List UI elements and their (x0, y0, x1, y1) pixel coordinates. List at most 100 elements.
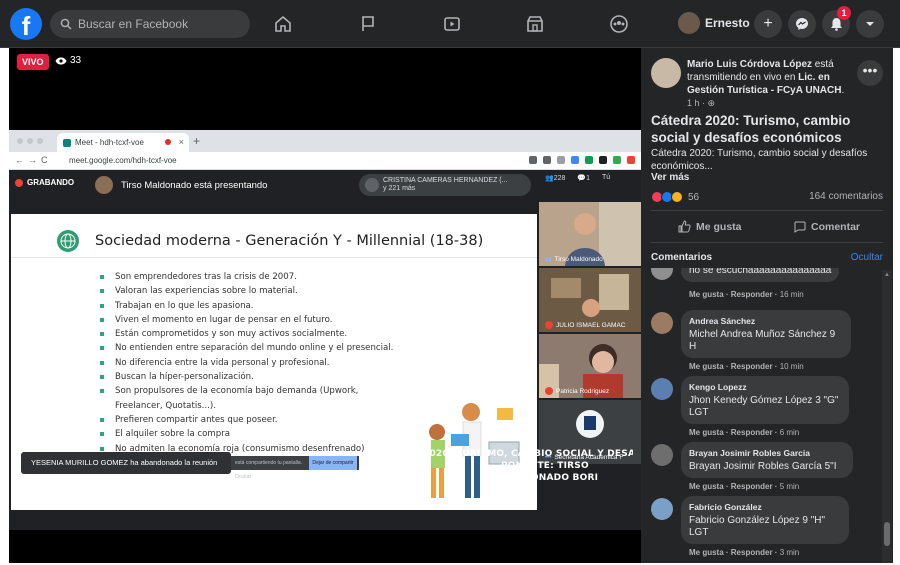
facebook-top-bar: f Ernesto + 1 (0, 0, 900, 48)
close-tab-icon: × (178, 137, 184, 147)
comment-author[interactable]: Andrea Sánchez (689, 315, 843, 327)
commenter-avatar[interactable] (651, 444, 673, 466)
viewer-count-value: 33 (70, 55, 82, 66)
like-label: Me gusta (696, 220, 742, 233)
comment-author[interactable]: Brayan Josimir Robles Garcia (689, 447, 845, 459)
browser-tab-bar: Meet - hdh-tcxf-voe × + (9, 130, 641, 152)
search-box[interactable] (50, 10, 250, 38)
shared-browser-window: Meet - hdh-tcxf-voe × + ←→C meet.google.… (9, 130, 641, 530)
comment-like-link[interactable]: Me gusta (689, 290, 724, 299)
wow-reaction-icon (671, 191, 683, 203)
globe-privacy-icon: ⊕ (707, 98, 716, 108)
comment-actions: Me gusta · Responder · 5 min (689, 482, 800, 491)
comments-count-link[interactable]: 164 comentarios (809, 191, 883, 202)
participant-tile: Patricia Rodriguez (539, 334, 641, 398)
participant-name: Tirso Maldonado (554, 256, 603, 263)
hide-share-button: Ocultar (235, 474, 252, 480)
pages-flag-icon[interactable] (356, 12, 380, 36)
comment-author[interactable]: Fabricio González (689, 501, 841, 513)
you-label: Tú (602, 174, 611, 181)
profile-shortcut[interactable]: Ernesto (678, 12, 750, 34)
pill-name: CRISTINA CAMERAS HERNANDEZ (... (383, 177, 508, 184)
comment-time: 3 min (779, 548, 800, 557)
participant-tile: ▮▮ Tirso Maldonado (539, 202, 641, 266)
watch-video-icon[interactable] (440, 12, 464, 36)
marketplace-icon[interactable] (523, 12, 547, 36)
account-menu-chevron-down-icon[interactable] (856, 10, 884, 38)
more-options-button[interactable]: ••• (857, 60, 883, 86)
create-plus-button[interactable]: + (754, 10, 782, 38)
slide-bullet: No entienden entre separación del mundo … (97, 341, 397, 355)
presenter-avatar (95, 176, 113, 194)
commenter-avatar[interactable] (651, 268, 673, 280)
comment-reply-link[interactable]: Responder (731, 362, 773, 371)
presenting-text: Tirso Maldonado está presentando (121, 179, 268, 191)
home-icon[interactable] (271, 12, 295, 36)
comment-actions: Me gusta · Responder · 6 min (689, 428, 800, 437)
comment-like-link[interactable]: Me gusta (689, 362, 724, 371)
reactions-summary[interactable]: 56 (651, 191, 699, 203)
comment-like-link[interactable]: Me gusta (689, 428, 724, 437)
divider (651, 242, 883, 243)
recording-indicator: GRABANDO (15, 178, 74, 187)
host-avatar[interactable] (651, 58, 681, 88)
slide-bullet: No diferencia entre la vida personal y p… (97, 356, 397, 370)
scrollbar-thumb[interactable] (884, 522, 890, 546)
scroll-up-arrow-icon[interactable]: ▲ (884, 272, 890, 278)
overlay-line-2: PONENTE: TIRSO MALDONADO BORI (501, 461, 599, 483)
slide-bullet: Son propulsores de la economía bajo dema… (97, 384, 397, 413)
like-button[interactable]: Me gusta (678, 220, 742, 233)
browser-nav-icons: ←→C (15, 155, 52, 165)
commenter-avatar[interactable] (651, 498, 673, 520)
live-video-player[interactable]: VIVO 33 Meet - hdh-tcxf-voe × + ←→C meet… (9, 48, 641, 563)
comment-author[interactable]: Kengo Lopezz (689, 381, 841, 393)
live-badge: VIVO (17, 54, 49, 70)
groups-icon[interactable] (607, 12, 631, 36)
comment-reply-link[interactable]: Responder (731, 548, 773, 557)
comments-scrollbar[interactable]: ▲ (882, 270, 892, 563)
eye-icon (55, 57, 67, 64)
participant-name: Patricia Rodriguez (556, 387, 610, 395)
stream-overlay-caption: 2020: TURISMO, CAMBIO SOCIAL Y DESAFÍOS … (423, 448, 641, 484)
messenger-icon[interactable] (788, 10, 816, 38)
audio-level-icon: ▮▮ (545, 257, 552, 263)
divider (651, 210, 883, 211)
search-input[interactable] (78, 17, 228, 31)
chat-icon: 💬1 (577, 175, 591, 182)
comment-text: Brayan Josimir Robles García 5"I (689, 461, 837, 472)
commenter-avatar[interactable] (651, 312, 673, 334)
meet-top-bar: GRABANDO Tirso Maldonado está presentand… (9, 170, 641, 200)
comment-time: 16 min (779, 290, 804, 299)
comment-reply-link[interactable]: Responder (731, 482, 773, 491)
viewer-count: 33 (55, 55, 81, 66)
reaction-count: 56 (688, 191, 700, 203)
comment-list[interactable]: no se escuchaaaaaaaaaaaaaaa Me gusta · R… (641, 268, 881, 563)
see-more-link[interactable]: Ver más (651, 172, 689, 183)
comment-text: no se escuchaaaaaaaaaaaaaaa (689, 268, 832, 276)
comment-text: Jhon Kenedy Gómez López 3 "G" LGT (689, 395, 839, 418)
comment-actions: Me gusta · Responder · 16 min (689, 290, 804, 299)
comment-reply-link[interactable]: Responder (731, 290, 773, 299)
facebook-logo-icon[interactable]: f (10, 8, 42, 41)
slide-bullet: Valoran las experiencias sobre lo materi… (97, 284, 397, 298)
screen: f Ernesto + 1 (0, 0, 900, 565)
slide-bullet: Son emprendedores tras la crisis de 2007… (97, 270, 397, 284)
address-bar: ←→C meet.google.com/hdh-tcxf-voe (9, 152, 641, 170)
slide-bullet: Trabajan en lo que les apasiona. (97, 299, 397, 313)
comment-text: Michel Andrea Muñoz Sánchez 9 H (689, 329, 836, 352)
hide-comments-link[interactable]: Ocultar (851, 252, 883, 263)
comment-text: Fabricio González López 9 "H" LGT (689, 515, 826, 538)
globe-icon (57, 230, 79, 252)
comment-like-link[interactable]: Me gusta (689, 548, 724, 557)
comment-button[interactable]: Comentar (793, 220, 860, 233)
commenter-avatar[interactable] (651, 378, 673, 400)
participant-left-toast: YESENIA MURILLO GOMEZ ha abandonado la r… (21, 452, 231, 474)
comment-reply-link[interactable]: Responder (731, 428, 773, 437)
screen-share-bar: está compartiendo tu pantalla. Dejar de … (231, 456, 359, 480)
meet-favicon-icon (63, 138, 71, 147)
comment-bubble: Andrea Sánchez Michel Andrea Muñoz Sánche… (681, 310, 851, 358)
comment-label: Comentar (811, 220, 861, 233)
comment-like-link[interactable]: Me gusta (689, 482, 724, 491)
host-name[interactable]: Mario Luis Córdova López (687, 59, 812, 70)
recording-label: GRABANDO (27, 178, 75, 187)
